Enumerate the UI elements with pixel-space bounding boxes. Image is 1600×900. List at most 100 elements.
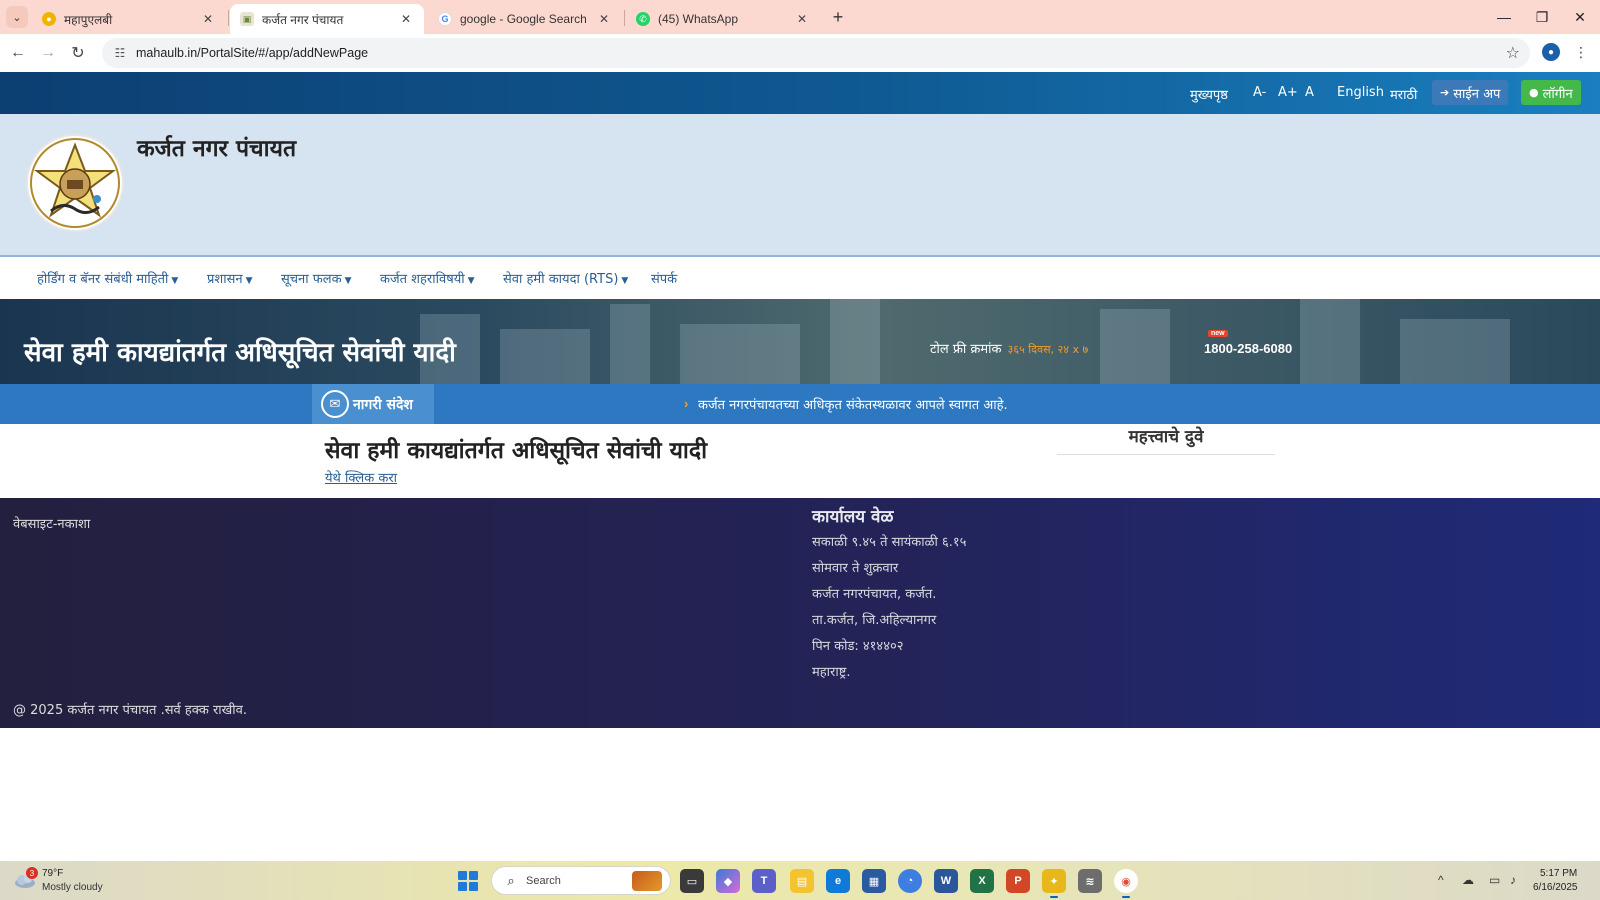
browser-tab-karjat[interactable]: ▣ कर्जत नगर पंचायत ✕ (230, 4, 424, 34)
profile-avatar-icon[interactable]: ● (1542, 43, 1560, 61)
office-state-line: महाराष्ट्र. (812, 665, 851, 680)
font-increase-button[interactable]: A+ (1278, 85, 1298, 100)
new-badge: new (1208, 330, 1228, 337)
taskbar-search-box[interactable]: ⌕ Search (491, 866, 671, 895)
chevron-right-icon: › (684, 396, 689, 411)
lang-marathi-link[interactable]: मराठी (1390, 85, 1417, 103)
network-app-icon[interactable]: ≋ (1078, 869, 1102, 893)
tollfree-label: टोल फ्री क्रमांक ३६५ दिवस, २४ x ७ (930, 339, 1088, 357)
browser-toolbar: ← → ↻ ☷ mahaulb.in/PortalSite/#/app/addN… (0, 34, 1600, 72)
site-topbar: मुख्यपृष्ठ A- A+ A English मराठी ➔ साईन … (0, 72, 1600, 114)
tab-close-icon[interactable]: ✕ (200, 11, 216, 27)
pinned-app-icon[interactable]: ✦ (1042, 869, 1066, 898)
monitor-icon[interactable]: ▭ (1489, 873, 1500, 887)
nav-item-about-karjat[interactable]: कर्जत शहराविषयी ▼ (380, 269, 475, 287)
taskbar-clock-date[interactable]: 6/16/2025 (1533, 882, 1578, 893)
login-button[interactable]: ● लॉगीन (1521, 80, 1581, 105)
word-icon[interactable]: W (934, 869, 958, 893)
tray-chevron-up-icon[interactable]: ^ (1438, 873, 1444, 887)
font-reset-button[interactable]: A (1305, 85, 1314, 100)
tab-close-icon[interactable]: ✕ (596, 11, 612, 27)
citizen-news-bar: ✉ नागरी संदेश › कर्जत नगरपंचायतच्या अधिक… (0, 384, 1600, 424)
address-bar-url[interactable]: mahaulb.in/PortalSite/#/app/addNewPage (136, 46, 368, 60)
nav-item-hoarding[interactable]: होर्डिंग व बॅनर संबंधी माहिती ▼ (37, 269, 178, 287)
tollfree-hours: ३६५ दिवस, २४ x ७ (1007, 343, 1089, 356)
click-here-link[interactable]: येथे क्लिक करा (325, 468, 397, 486)
volume-icon[interactable]: ♪ (1510, 873, 1516, 887)
messaging-app-icon[interactable]: ◔ (898, 869, 922, 893)
office-pincode-line: पिन कोड: ४१४४०२ (812, 639, 904, 654)
browser-menu-kebab-icon[interactable]: ⋮ (1572, 43, 1590, 61)
banner-building-shape (1400, 319, 1510, 384)
municipal-seal-logo[interactable] (26, 134, 124, 232)
chrome-icon[interactable]: ◉ (1114, 869, 1138, 898)
tab-close-icon[interactable]: ✕ (398, 11, 414, 27)
nav-item-administration[interactable]: प्रशासन ▼ (207, 269, 253, 287)
microsoft-store-icon[interactable]: ▦ (862, 869, 886, 893)
nav-item-label: प्रशासन (207, 272, 243, 287)
site-title: कर्जत नगर पंचायत (137, 136, 297, 162)
copilot-icon[interactable]: ◆ (716, 869, 740, 893)
edge-browser-icon[interactable]: e (826, 869, 850, 893)
weather-condition[interactable]: Mostly cloudy (42, 882, 103, 893)
lang-english-link[interactable]: English (1337, 85, 1384, 100)
nav-item-contact[interactable]: संपर्क (651, 269, 677, 287)
nav-item-notice-board[interactable]: सूचना फलक ▼ (281, 269, 352, 287)
tab-title: google - Google Search (460, 12, 587, 26)
windows-start-icon[interactable] (458, 871, 478, 891)
tab-list-chevron-icon[interactable]: ⌄ (6, 6, 28, 28)
banner-building-shape (1300, 299, 1360, 384)
office-days-line: सोमवार ते शुक्रवार (812, 561, 899, 576)
file-explorer-icon[interactable]: ▤ (790, 869, 814, 893)
browser-tabstrip: ⌄ ● महापुएलबी ✕ ▣ कर्जत नगर पंचायत ✕ G g… (0, 0, 1600, 34)
banner-title: सेवा हमी कायद्यांतर्गत अधिसूचित सेवांची … (24, 338, 456, 368)
banner-building-shape (500, 329, 590, 384)
nav-item-label: होर्डिंग व बॅनर संबंधी माहिती (37, 272, 169, 287)
nav-item-label: सेवा हमी कायदा (RTS) (503, 272, 619, 287)
important-links-heading: महत्त्वाचे दुवे (1057, 424, 1275, 455)
site-info-tune-icon[interactable]: ☷ (108, 46, 132, 60)
caret-down-icon: ▼ (621, 276, 629, 286)
bookmark-star-icon[interactable]: ☆ (1506, 43, 1520, 63)
whatsapp-favicon-icon: ✆ (636, 12, 650, 26)
browser-tab-whatsapp[interactable]: ✆ (45) WhatsApp ✕ (626, 4, 820, 34)
tab-divider (624, 10, 625, 26)
news-label-box: ✉ नागरी संदेश (312, 384, 434, 424)
tab-divider (228, 10, 229, 26)
teams-icon[interactable]: T (752, 869, 776, 893)
tab-title: कर्जत नगर पंचायत (262, 12, 344, 27)
restore-icon[interactable]: ❐ (1524, 4, 1560, 30)
main-navigation: होर्डिंग व बॅनर संबंधी माहिती ▼ प्रशासन ▼ … (0, 257, 1600, 299)
office-hours-heading: कार्यालय वेळ (812, 507, 894, 527)
address-bar[interactable]: ☷ mahaulb.in/PortalSite/#/app/addNewPage… (102, 38, 1530, 68)
onedrive-icon[interactable]: ☁ (1462, 873, 1474, 887)
tab-title: (45) WhatsApp (658, 12, 739, 26)
new-tab-plus-icon[interactable]: + (826, 6, 850, 28)
nav-item-label: कर्जत शहराविषयी (380, 272, 465, 287)
minimize-icon[interactable]: — (1486, 4, 1522, 30)
browser-tab-mahaulb[interactable]: ● महापुएलबी ✕ (32, 4, 226, 34)
excel-icon[interactable]: X (970, 869, 994, 893)
login-label: लॉगीन (1542, 86, 1573, 102)
browser-tab-google[interactable]: G google - Google Search ✕ (428, 4, 622, 34)
weather-temperature[interactable]: 79°F (42, 868, 63, 879)
home-link[interactable]: मुख्यपृष्ठ (1190, 85, 1228, 103)
office-address-line: कर्जत नगरपंचायत, कर्जत. (812, 587, 937, 602)
site-header: कर्जत नगर पंचायत (0, 114, 1600, 257)
reload-icon[interactable]: ↻ (66, 41, 90, 65)
news-ticker-message[interactable]: कर्जत नगरपंचायतच्या अधिकृत संकेतस्थळावर … (698, 395, 1008, 413)
sitemap-link[interactable]: वेबसाइट-नकाशा (13, 514, 90, 532)
tab-close-icon[interactable]: ✕ (794, 11, 810, 27)
taskbar-clock-time[interactable]: 5:17 PM (1540, 868, 1577, 879)
font-decrease-button[interactable]: A- (1253, 85, 1266, 100)
office-hours-line: सकाळी ९.४५ ते सायंकाळी ६.१५ (812, 535, 967, 550)
office-address-line: ता.कर्जत, जि.अहिल्यानगर (812, 613, 937, 628)
megaphone-icon: ✉ (321, 390, 349, 418)
close-window-icon[interactable]: ✕ (1562, 4, 1598, 30)
forward-arrow-icon[interactable]: → (36, 41, 60, 65)
nav-item-rts[interactable]: सेवा हमी कायदा (RTS) ▼ (503, 269, 628, 287)
signup-button[interactable]: ➔ साईन अप (1432, 80, 1509, 105)
powerpoint-icon[interactable]: P (1006, 869, 1030, 893)
task-view-icon[interactable]: ▭ (680, 869, 704, 893)
back-arrow-icon[interactable]: ← (6, 41, 30, 65)
